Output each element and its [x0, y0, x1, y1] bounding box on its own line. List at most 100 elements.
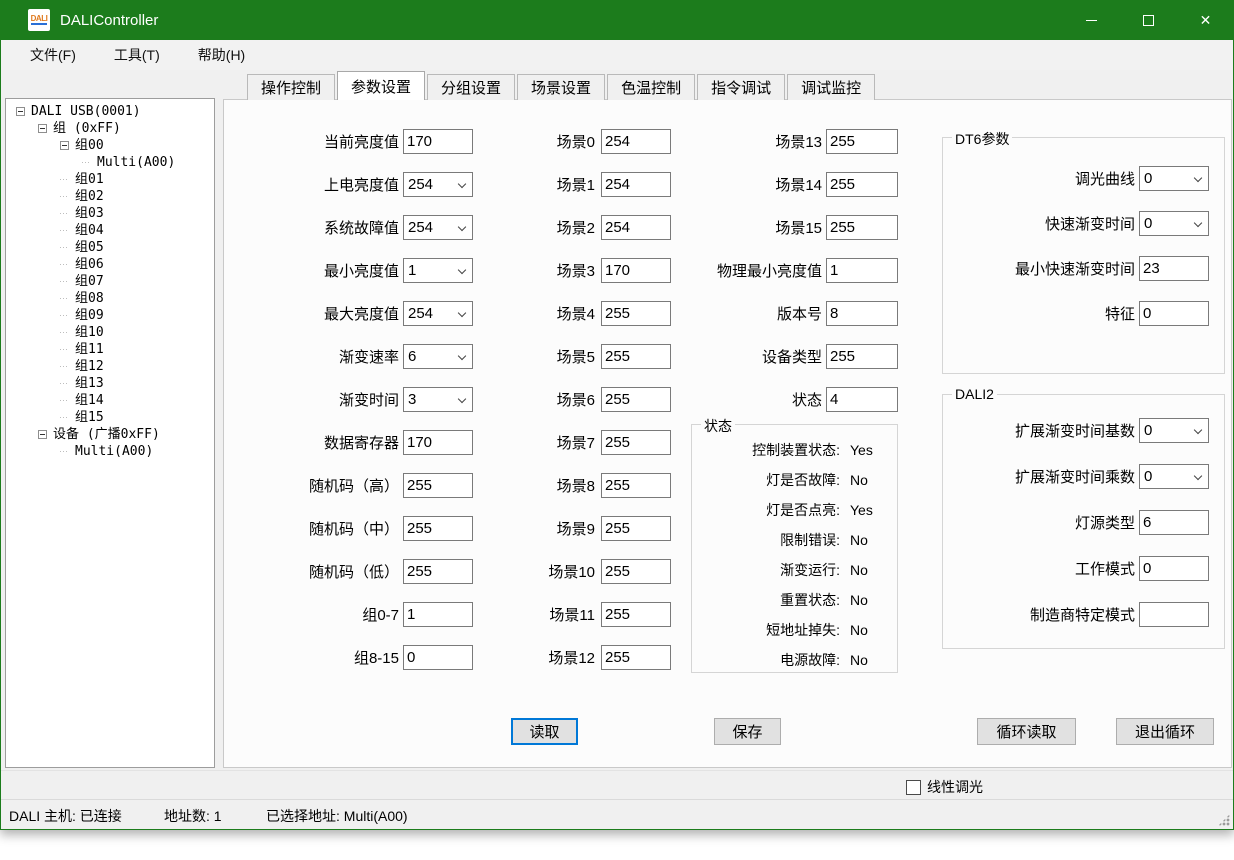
tree-node[interactable]: Multi(A00)	[6, 154, 214, 171]
minimize-button[interactable]	[1063, 0, 1120, 40]
tree-expander-icon[interactable]	[60, 277, 69, 286]
checkbox-icon[interactable]	[906, 780, 921, 795]
tree-expander-icon[interactable]	[60, 379, 69, 388]
tree-node[interactable]: 组11	[6, 341, 214, 358]
tree-expander-icon[interactable]	[60, 396, 69, 405]
maximize-button[interactable]	[1120, 0, 1177, 40]
tree-node[interactable]: 组05	[6, 239, 214, 256]
param-input[interactable]	[601, 516, 671, 541]
param-input[interactable]	[826, 301, 898, 326]
param-input[interactable]	[403, 516, 473, 541]
param-input[interactable]	[826, 258, 898, 283]
param-input[interactable]	[403, 129, 473, 154]
device-tree-panel[interactable]: DALI USB(0001) 组 (0xFF) 组00 Multi(A00) 组…	[5, 98, 215, 768]
tab[interactable]: 分组设置	[427, 74, 515, 100]
action-button[interactable]: 循环读取	[977, 718, 1076, 745]
tree-expander-icon[interactable]	[60, 192, 69, 201]
tree-expander-icon[interactable]	[60, 260, 69, 269]
tree-node[interactable]: 组02	[6, 188, 214, 205]
tree-node[interactable]: 组06	[6, 256, 214, 273]
tab[interactable]: 参数设置	[337, 71, 425, 100]
tree-expander-icon[interactable]	[60, 413, 69, 422]
param-combobox[interactable]: 1	[403, 258, 473, 283]
tree-expander-icon[interactable]	[38, 430, 47, 439]
tree-expander-icon[interactable]	[38, 124, 47, 133]
tree-expander-icon[interactable]	[60, 294, 69, 303]
tree-node[interactable]: 组15	[6, 409, 214, 426]
param-input[interactable]	[403, 559, 473, 584]
tree-expander-icon[interactable]	[60, 345, 69, 354]
param-input[interactable]	[601, 430, 671, 455]
param-combobox[interactable]: 254	[403, 301, 473, 326]
tree-node[interactable]: Multi(A00)	[6, 443, 214, 460]
param-input[interactable]	[601, 129, 671, 154]
tab[interactable]: 色温控制	[607, 74, 695, 100]
action-button[interactable]: 读取	[511, 718, 578, 745]
close-button[interactable]: ✕	[1177, 0, 1234, 40]
tree-expander-icon[interactable]	[60, 447, 69, 456]
tree-node[interactable]: 组10	[6, 324, 214, 341]
tree-node[interactable]: DALI USB(0001)	[6, 103, 214, 120]
tree-node[interactable]: 组03	[6, 205, 214, 222]
tab[interactable]: 场景设置	[517, 74, 605, 100]
param-input[interactable]	[826, 129, 898, 154]
param-input[interactable]	[826, 215, 898, 240]
title-bar[interactable]: DALI DALIController ✕	[0, 0, 1234, 40]
param-combobox[interactable]: 3	[403, 387, 473, 412]
tree-node[interactable]: 组 (0xFF)	[6, 120, 214, 137]
linear-dimming-checkbox[interactable]: 线性调光	[906, 777, 983, 797]
param-input[interactable]	[403, 430, 473, 455]
param-input[interactable]	[601, 258, 671, 283]
param-combobox[interactable]: 0	[1139, 464, 1209, 489]
param-input[interactable]	[826, 172, 898, 197]
tree-expander-icon[interactable]	[60, 362, 69, 371]
menu-item[interactable]: 工具(T)	[100, 40, 174, 70]
tree-expander-icon[interactable]	[60, 209, 69, 218]
param-input[interactable]	[601, 645, 671, 670]
tree-node[interactable]: 组00	[6, 137, 214, 154]
tree-expander-icon[interactable]	[60, 175, 69, 184]
tree-expander-icon[interactable]	[60, 226, 69, 235]
param-input[interactable]	[601, 301, 671, 326]
tree-expander-icon[interactable]	[60, 328, 69, 337]
tree-node[interactable]: 组12	[6, 358, 214, 375]
param-input[interactable]	[1139, 256, 1209, 281]
param-input[interactable]	[601, 387, 671, 412]
param-input[interactable]	[601, 344, 671, 369]
param-input[interactable]	[601, 473, 671, 498]
tree-expander-icon[interactable]	[16, 107, 25, 116]
param-input[interactable]	[403, 645, 473, 670]
tab[interactable]: 指令调试	[697, 74, 785, 100]
tree-node[interactable]: 设备 (广播0xFF)	[6, 426, 214, 443]
param-input[interactable]	[403, 602, 473, 627]
param-input[interactable]	[601, 559, 671, 584]
param-combobox[interactable]: 6	[403, 344, 473, 369]
param-combobox[interactable]: 254	[403, 215, 473, 240]
param-input[interactable]	[601, 215, 671, 240]
tree-expander-icon[interactable]	[60, 243, 69, 252]
tree-node[interactable]: 组14	[6, 392, 214, 409]
action-button[interactable]: 保存	[714, 718, 781, 745]
tree-node[interactable]: 组01	[6, 171, 214, 188]
resize-grip-icon[interactable]	[1218, 814, 1230, 826]
tab[interactable]: 调试监控	[787, 74, 875, 100]
param-input[interactable]	[1139, 301, 1209, 326]
tree-node[interactable]: 组07	[6, 273, 214, 290]
tree-node[interactable]: 组08	[6, 290, 214, 307]
action-button[interactable]: 退出循环	[1116, 718, 1214, 745]
param-combobox[interactable]: 254	[403, 172, 473, 197]
param-combobox[interactable]: 0	[1139, 211, 1209, 236]
param-combobox[interactable]: 0	[1139, 418, 1209, 443]
param-input[interactable]	[1139, 556, 1209, 581]
menu-item[interactable]: 文件(F)	[16, 40, 90, 70]
param-input[interactable]	[826, 344, 898, 369]
tree-expander-icon[interactable]	[82, 158, 91, 167]
param-input[interactable]	[601, 602, 671, 627]
param-input[interactable]	[601, 172, 671, 197]
tree-node[interactable]: 组09	[6, 307, 214, 324]
tree-node[interactable]: 组13	[6, 375, 214, 392]
tab[interactable]: 操作控制	[247, 74, 335, 100]
tree-expander-icon[interactable]	[60, 141, 69, 150]
param-input[interactable]	[403, 473, 473, 498]
param-input[interactable]	[1139, 602, 1209, 627]
